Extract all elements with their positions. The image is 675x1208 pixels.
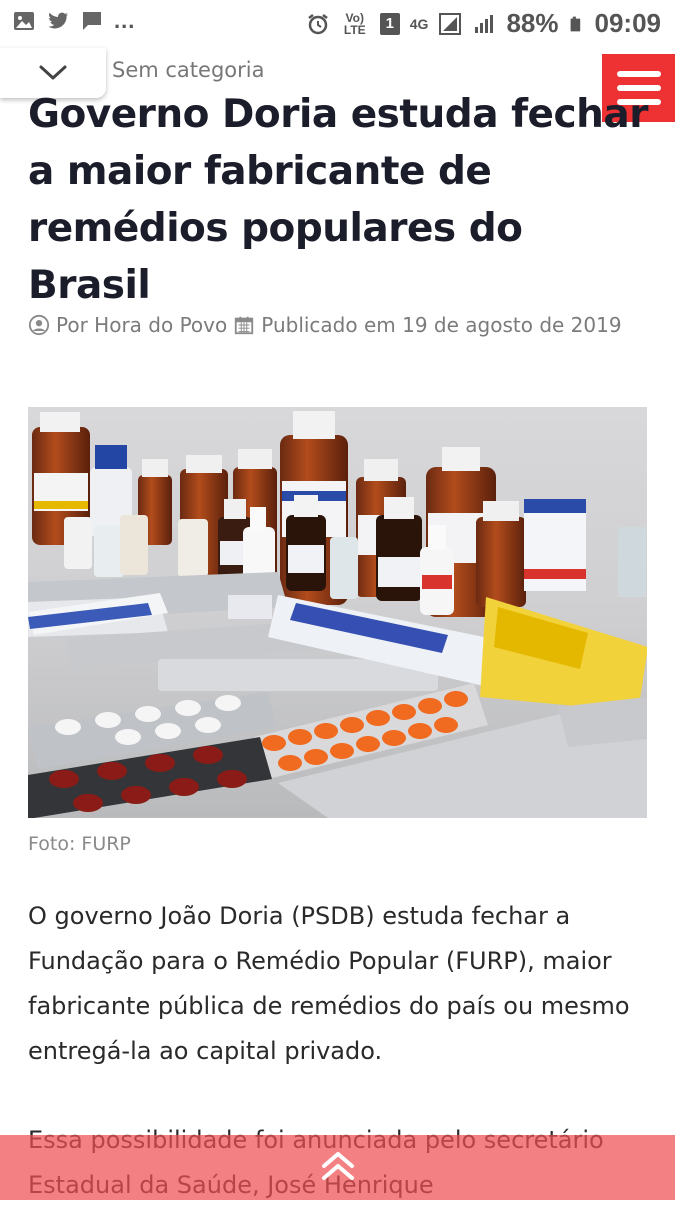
battery-percent: 88%: [506, 8, 559, 38]
article-photo: [28, 407, 647, 818]
image-icon: [14, 12, 34, 30]
author-link[interactable]: Por Hora do Povo: [56, 313, 227, 337]
category-link[interactable]: Sem categoria: [112, 58, 264, 82]
calendar-icon: [235, 316, 254, 335]
clock: 09:09: [594, 8, 662, 38]
volte-label: Vo) LTE: [343, 10, 366, 37]
signal-icon: [439, 12, 462, 35]
alarm-icon: [308, 13, 328, 34]
hamburger-icon: [616, 71, 661, 77]
article-paragraph: O governo João Doria (PSDB) estuda fecha…: [28, 902, 630, 1065]
photo-caption: Foto: FURP: [28, 833, 131, 855]
sim-badge: 1: [379, 12, 400, 35]
battery-icon: [570, 16, 580, 31]
chat-icon: [83, 12, 101, 30]
article-title: Governo Doria estuda fechar a maior fabr…: [28, 92, 648, 308]
user-icon: [28, 314, 50, 336]
scroll-to-top-icon[interactable]: [318, 1148, 358, 1184]
publish-date: Publicado em 19 de agosto de 2019: [261, 313, 622, 337]
more-notifications: ...: [114, 8, 136, 33]
article-meta: Por Hora do Povo Publicado em 19 de agos…: [28, 313, 622, 337]
network-type: 4G: [409, 15, 429, 32]
chevron-down-icon: [39, 65, 67, 80]
twitter-icon: [48, 12, 68, 29]
status-bar: ... Vo) LTE 1 4G 88% 09:09: [0, 0, 675, 46]
medicines-photo: [28, 407, 647, 818]
signal-bars-icon: [475, 14, 494, 33]
